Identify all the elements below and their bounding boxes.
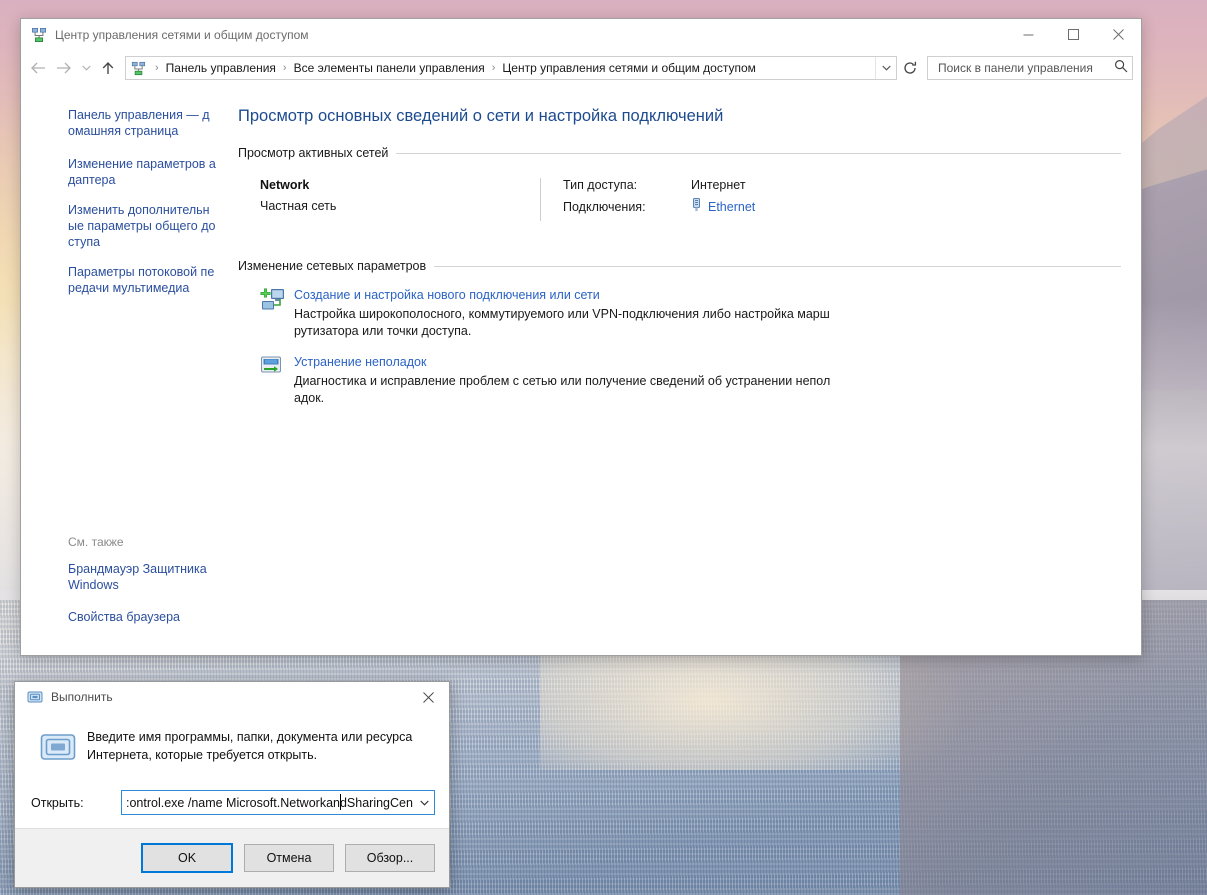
text-cursor: [340, 794, 341, 810]
run-dialog-titlebar[interactable]: Выполнить: [15, 682, 449, 712]
sidebar-item-control-panel-home[interactable]: Панель управления — домашняя страница: [21, 107, 226, 139]
close-button[interactable]: [1096, 19, 1141, 50]
access-type-label: Тип доступа:: [563, 178, 638, 192]
address-chevron-down-icon[interactable]: [875, 57, 896, 79]
run-dialog[interactable]: Выполнить Введите имя программы, папки, …: [14, 681, 450, 888]
active-networks-title: Просмотр активных сетей: [238, 146, 389, 160]
task-new-connection[interactable]: Создание и настройка нового подключения …: [238, 286, 1121, 340]
task-troubleshoot[interactable]: Устранение неполадок Диагностика и испра…: [238, 353, 1121, 407]
network-identity: Network Частная сеть: [260, 178, 540, 221]
connections-label: Подключения:: [563, 199, 646, 214]
run-dialog-prompt: Введите имя программы, папки, документа …: [87, 730, 413, 762]
refresh-icon[interactable]: [899, 57, 921, 79]
run-dialog-body: Введите имя программы, папки, документа …: [15, 712, 449, 828]
active-networks-section-header: Просмотр активных сетей: [238, 146, 1121, 160]
run-command-combobox[interactable]: [121, 790, 435, 815]
change-settings-title: Изменение сетевых параметров: [238, 259, 427, 273]
run-combo-chevron-down-icon[interactable]: [415, 791, 434, 814]
change-settings-section: Изменение сетевых параметров Создание и …: [238, 259, 1121, 407]
network-name: Network: [260, 178, 310, 192]
task-description: Настройка широкополосного, коммутируемог…: [294, 307, 830, 338]
breadcrumb-item-network-sharing-center[interactable]: Центр управления сетями и общим доступом: [500, 61, 758, 75]
minimize-button[interactable]: [1006, 19, 1051, 50]
cancel-button[interactable]: Отмена: [244, 844, 334, 872]
breadcrumb-item-all-items[interactable]: Все элементы панели управления: [292, 61, 487, 75]
window-body: Панель управления — домашняя страница Из…: [21, 85, 1141, 655]
breadcrumb[interactable]: › Панель управления › Все элементы панел…: [150, 61, 875, 75]
see-also-item-windows-defender-firewall[interactable]: Брандмауэр Защитника Windows: [21, 561, 226, 593]
task-description: Диагностика и исправление проблем с сеть…: [294, 374, 831, 405]
run-open-label: Открыть:: [31, 795, 84, 810]
ethernet-adapter-icon: [691, 198, 702, 215]
active-network-entry: Network Частная сеть Тип доступа: Интерн…: [238, 178, 1121, 221]
ok-button[interactable]: OK: [141, 843, 233, 873]
task-title-new-connection[interactable]: Создание и настройка нового подключения …: [294, 288, 600, 302]
troubleshoot-icon: [260, 353, 294, 407]
address-bar[interactable]: › Панель управления › Все элементы панел…: [125, 56, 897, 80]
run-prompt-row: Введите имя программы, папки, документа …: [29, 726, 435, 764]
section-divider: [434, 265, 1121, 267]
forward-arrow-icon[interactable]: [51, 55, 77, 81]
sidebar-bottom-pad: [21, 641, 226, 655]
search-input[interactable]: [936, 60, 1114, 76]
network-detail-row: Подключения: Ethernet: [563, 198, 755, 215]
run-large-icon: [29, 726, 87, 764]
breadcrumb-separator: ›: [491, 62, 496, 74]
section-divider: [396, 152, 1121, 154]
run-dialog-buttons: OK Отмена Обзор...: [15, 828, 449, 887]
search-icon[interactable]: [1114, 59, 1128, 78]
see-also-heading: См. также: [68, 535, 124, 549]
main-content: Просмотр основных сведений о сети и наст…: [226, 85, 1141, 655]
task-body: Устранение неполадок Диагностика и испра…: [294, 353, 1121, 407]
sidebar: Панель управления — домашняя страница Из…: [21, 85, 226, 655]
network-type: Частная сеть: [260, 199, 337, 213]
back-arrow-icon[interactable]: [25, 55, 51, 81]
connections-value: Ethernet: [691, 198, 755, 215]
sidebar-item-media-streaming-options[interactable]: Параметры потоковой передачи мультимедиа: [21, 264, 226, 296]
network-detail-row: Тип доступа: Интернет: [563, 178, 755, 192]
ethernet-link[interactable]: Ethernet: [708, 200, 755, 214]
task-body: Создание и настройка нового подключения …: [294, 286, 1121, 340]
access-type-value: Интернет: [691, 178, 746, 192]
page-title: Просмотр основных сведений о сети и наст…: [238, 107, 724, 125]
window-controls[interactable]: [1006, 19, 1141, 51]
network-sharing-icon: [31, 27, 47, 43]
sidebar-item-advanced-sharing-settings[interactable]: Изменить дополнительные параметры общего…: [21, 202, 226, 250]
run-command-input[interactable]: [122, 794, 415, 811]
network-sharing-center-window[interactable]: Центр управления сетями и общим доступом: [20, 18, 1142, 656]
browse-button[interactable]: Обзор...: [345, 844, 435, 872]
run-dialog-close-button[interactable]: [407, 683, 449, 712]
network-sharing-icon: [126, 61, 150, 76]
network-details: Тип доступа: Интернет Подключения: Ether…: [540, 178, 755, 221]
new-connection-icon: [260, 286, 294, 340]
breadcrumb-item-control-panel[interactable]: Панель управления: [164, 61, 278, 75]
see-also-item-internet-options[interactable]: Свойства браузера: [21, 609, 226, 625]
search-box[interactable]: [927, 56, 1133, 80]
run-open-row: Открыть:: [29, 790, 435, 815]
navigation-toolbar[interactable]: › Панель управления › Все элементы панел…: [21, 51, 1141, 85]
breadcrumb-separator: ›: [155, 62, 159, 74]
maximize-button[interactable]: [1051, 19, 1096, 50]
breadcrumb-separator: ›: [282, 62, 287, 74]
run-dialog-title: Выполнить: [51, 690, 113, 704]
task-title-troubleshoot[interactable]: Устранение неполадок: [294, 355, 426, 369]
change-settings-section-header: Изменение сетевых параметров: [238, 259, 1121, 273]
window-title: Центр управления сетями и общим доступом: [55, 28, 309, 42]
up-arrow-icon[interactable]: [95, 55, 121, 81]
sidebar-item-change-adapter-settings[interactable]: Изменение параметров адаптера: [21, 156, 226, 188]
run-small-icon: [27, 690, 43, 704]
window-titlebar[interactable]: Центр управления сетями и общим доступом: [21, 19, 1141, 51]
recent-locations-chevron-down-icon[interactable]: [77, 55, 95, 81]
